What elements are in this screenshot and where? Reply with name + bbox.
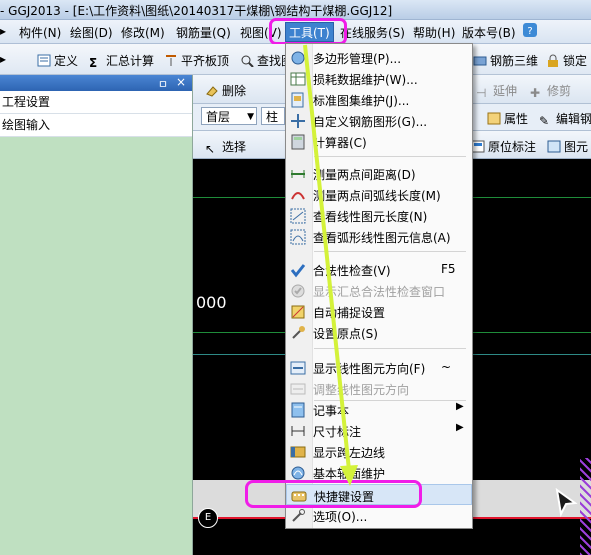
annotation-arrow xyxy=(303,44,358,486)
